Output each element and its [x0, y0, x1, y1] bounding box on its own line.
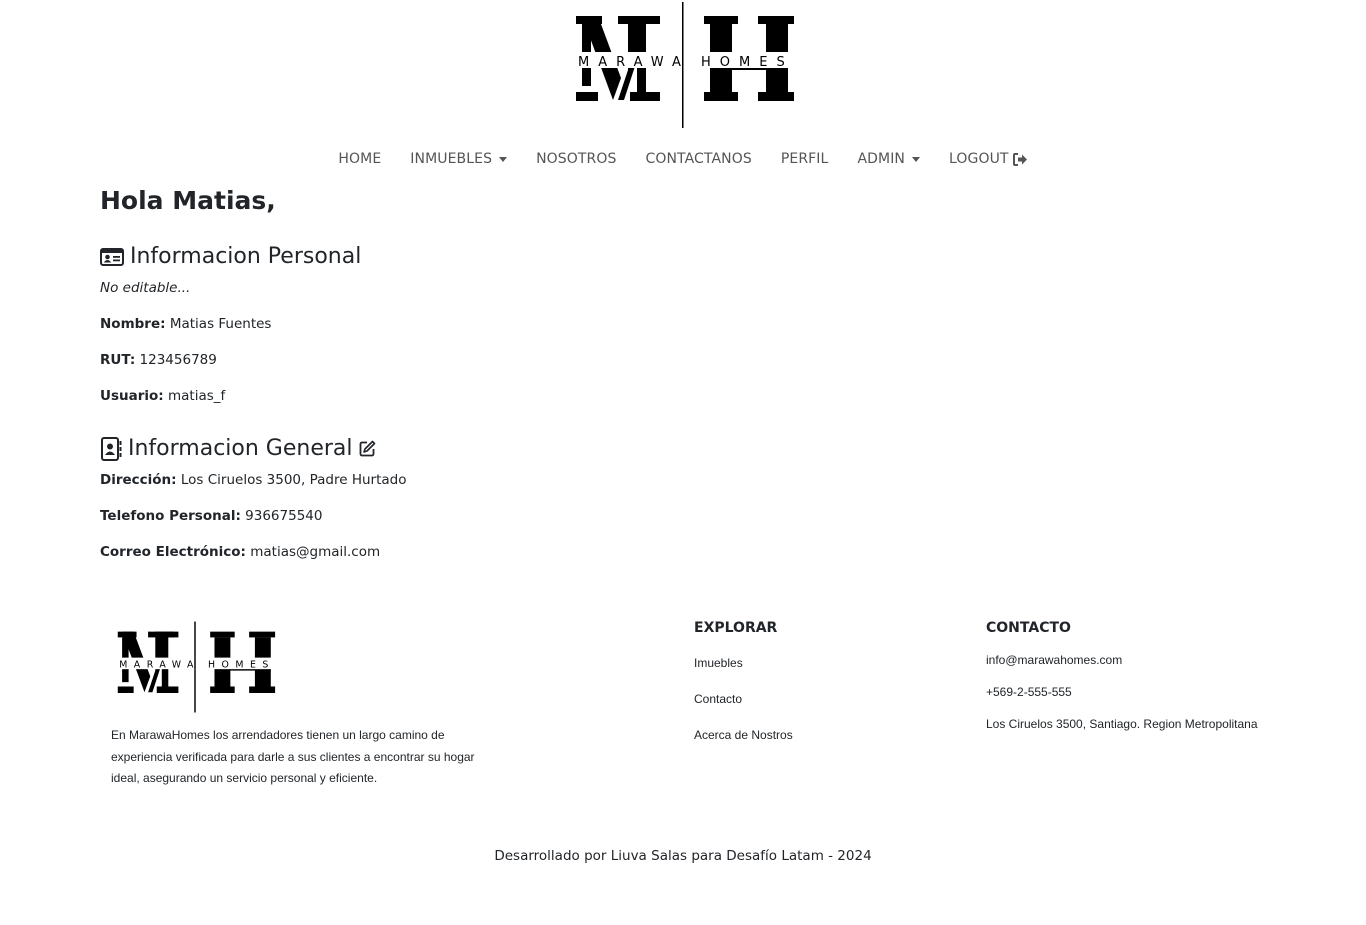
sign-out-icon [1012, 152, 1028, 166]
field-label: Dirección: [100, 472, 177, 488]
nav-contactanos[interactable]: CONTACTANOS [631, 151, 766, 167]
field-label: Nombre: [100, 316, 166, 332]
footer-credit: Desarrollado por Liuva Salas para Desafí… [494, 848, 872, 864]
field-usuario: Usuario: matias_f [100, 388, 225, 404]
footer-explore-heading: EXPLORAR [694, 620, 778, 636]
personal-info-heading: Informacion Personal [100, 244, 361, 269]
field-value: Los Ciruelos 3500, Padre Hurtado [180, 472, 407, 488]
field-label: Usuario: [100, 388, 164, 404]
nav-perfil[interactable]: PERFIL [766, 151, 843, 167]
field-nombre: Nombre: Matias Fuentes [100, 316, 271, 332]
field-direccion: Dirección: Los Ciruelos 3500, Padre Hurt… [100, 472, 407, 488]
caret-down-icon [499, 157, 508, 162]
greeting-heading: Hola Matias, [100, 186, 276, 215]
id-card-icon [100, 247, 124, 267]
footer-link-acerca[interactable]: Acerca de Nostros [694, 728, 793, 742]
marawa-homes-logo[interactable]: MARAWA HOMES [568, 0, 798, 130]
field-value: 936675540 [245, 508, 323, 524]
main-navbar: HOME INMUEBLES NOSOTROS CONTACTANOS PERF… [0, 148, 1366, 170]
not-editable-note: No editable... [100, 280, 191, 296]
nav-inmuebles-label: INMUEBLES [410, 151, 493, 167]
nav-nosotros[interactable]: NOSOTROS [522, 151, 631, 167]
personal-info-title: Informacion Personal [130, 244, 362, 269]
footer-contact-phone: +569-2-555-555 [986, 685, 1072, 699]
footer-contact-email: info@marawahomes.com [986, 653, 1123, 667]
nav-nosotros-label: NOSOTROS [536, 151, 617, 167]
nav-logout[interactable]: LOGOUT [935, 151, 1043, 167]
field-value: matias@gmail.com [250, 544, 381, 560]
general-info-title: Informacion General [128, 436, 353, 461]
footer-link-inmuebles[interactable]: Imuebles [694, 656, 743, 670]
address-book-icon [100, 436, 122, 461]
general-info-heading: Informacion General [100, 436, 376, 461]
footer-description: En MarawaHomes los arrendadores tienen u… [111, 728, 475, 785]
field-label: RUT: [100, 352, 136, 368]
nav-logout-label: LOGOUT [949, 151, 1009, 167]
logo-right-word: HOMES [701, 55, 794, 70]
field-value: 123456789 [139, 352, 217, 368]
footer-contact-heading: CONTACTO [986, 620, 1071, 636]
logo-left-word: MARAWA [119, 660, 200, 671]
field-label: Correo Electrónico: [100, 544, 246, 560]
field-value: Matias Fuentes [169, 316, 272, 332]
footer-contact-address: Los Ciruelos 3500, Santiago. Region Metr… [986, 717, 1258, 731]
nav-inmuebles-dropdown[interactable]: INMUEBLES [396, 151, 522, 167]
footer-logo[interactable]: MARAWA HOMES [112, 619, 278, 715]
nav-home-label: HOME [338, 151, 382, 167]
caret-down-icon [912, 157, 920, 162]
nav-contactanos-label: CONTACTANOS [645, 151, 752, 167]
logo-left-word: MARAWA [578, 55, 690, 70]
nav-home[interactable]: HOME [324, 151, 396, 167]
field-correo: Correo Electrónico: matias@gmail.com [100, 544, 380, 560]
field-rut: RUT: 123456789 [100, 352, 217, 368]
edit-icon[interactable] [359, 440, 376, 457]
logo-right-word: HOMES [208, 660, 275, 671]
nav-admin-label: ADMIN [857, 151, 905, 167]
nav-admin-dropdown[interactable]: ADMIN [843, 151, 935, 167]
field-telefono: Telefono Personal: 936675540 [100, 508, 322, 524]
nav-perfil-label: PERFIL [780, 151, 829, 167]
footer-link-contacto[interactable]: Contacto [694, 692, 742, 706]
field-value: matias_f [167, 388, 226, 404]
field-label: Telefono Personal: [100, 508, 241, 524]
